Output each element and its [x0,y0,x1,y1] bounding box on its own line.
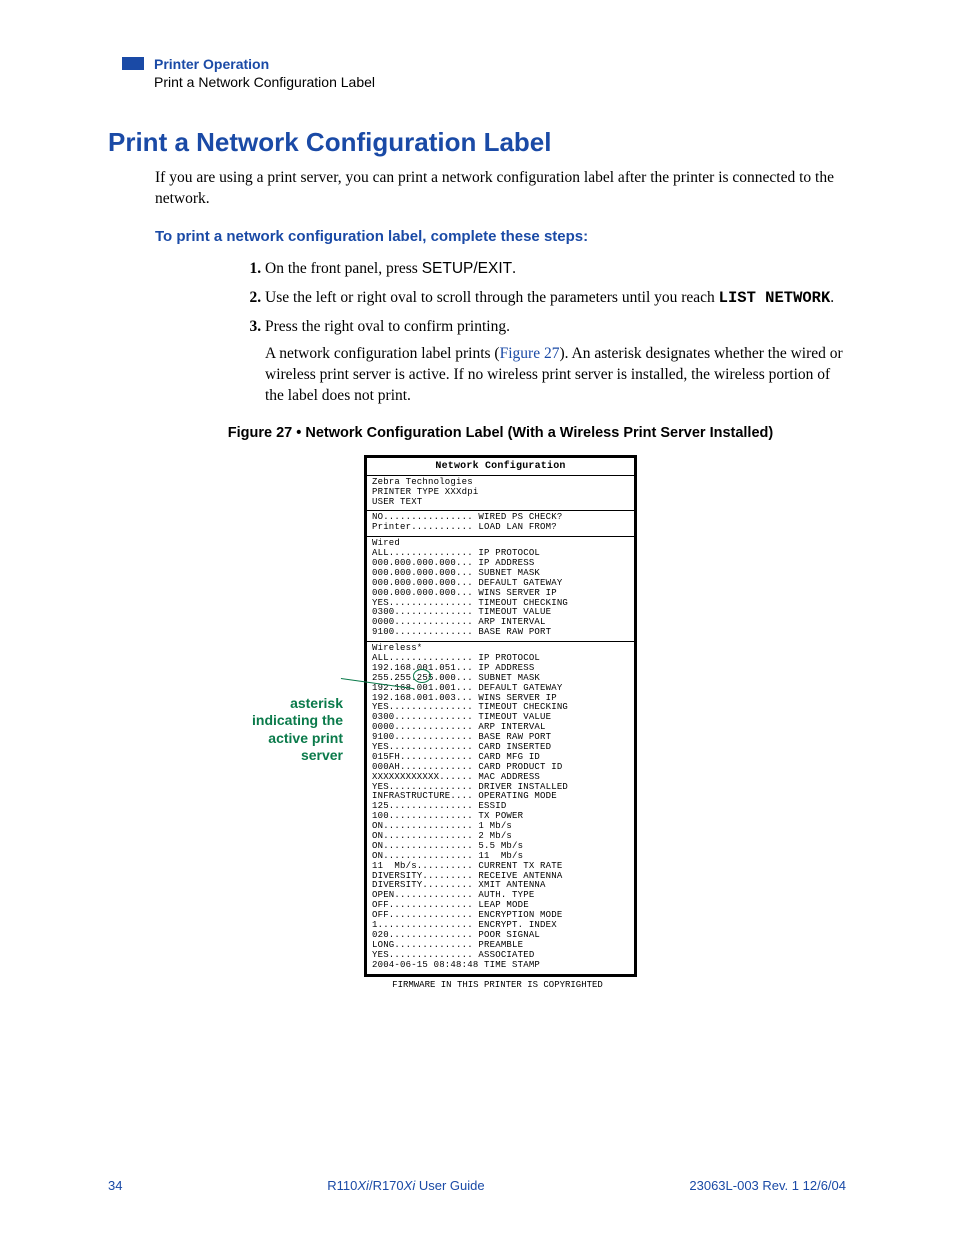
figure-container: asterisk indicating the active print ser… [155,455,846,990]
page-title: Print a Network Configuration Label [108,127,846,158]
config-label: Network Configuration Zebra Technologies… [364,455,637,977]
label-section-header: Zebra Technologies PRINTER TYPE XXXdpi U… [367,476,634,512]
figure-caption: Figure 27 • Network Configuration Label … [155,425,846,441]
label-section-general: NO................ WIRED PS CHECK? Print… [367,511,634,537]
footer-right: 23063L-003 Rev. 1 12/6/04 [689,1178,846,1193]
page-number: 34 [108,1178,122,1193]
label-title: Network Configuration [367,458,634,476]
annotation-text: asterisk indicating the active print ser… [233,695,343,765]
step-1: On the front panel, press SETUP/EXIT. [265,259,846,280]
header-section: Printer Operation [154,55,375,73]
label-copyright: FIRMWARE IN THIS PRINTER IS COPYRIGHTED [364,980,631,990]
header-topic: Print a Network Configuration Label [154,73,375,91]
page-footer: 34 R110Xi/R170Xi User Guide 23063L-003 R… [108,1178,846,1193]
steps-heading: To print a network configuration label, … [155,228,846,245]
intro-paragraph: If you are using a print server, you can… [155,168,846,210]
step-2: Use the left or right oval to scroll thr… [265,288,846,309]
page-header: Printer Operation Print a Network Config… [122,55,846,91]
figure-link[interactable]: Figure 27 [500,345,560,362]
footer-center: R110Xi/R170Xi User Guide [327,1178,484,1193]
label-section-wired: Wired ALL............... IP PROTOCOL 000… [367,537,634,642]
annotation-circle [413,669,431,683]
steps-list: On the front panel, press SETUP/EXIT. Us… [155,259,846,407]
step-3: Press the right oval to confirm printing… [265,317,846,407]
header-marker [122,57,144,70]
